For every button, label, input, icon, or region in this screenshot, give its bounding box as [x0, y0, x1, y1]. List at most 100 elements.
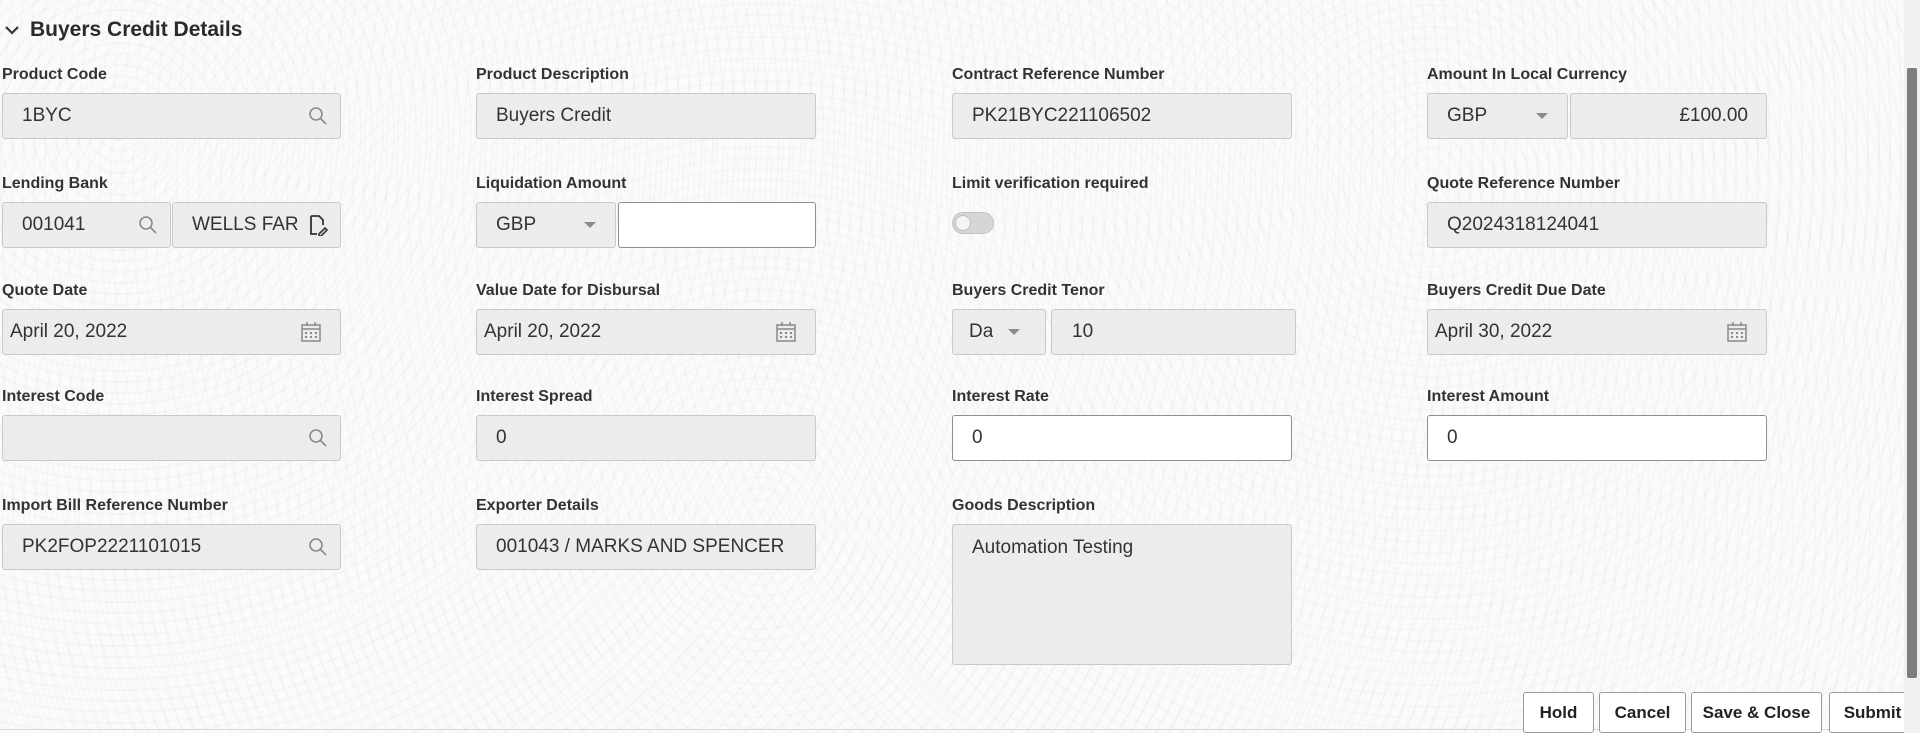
- interest-rate-label: Interest Rate: [952, 388, 1049, 405]
- buyers-credit-due-date-label: Buyers Credit Due Date: [1427, 282, 1606, 299]
- calendar-icon[interactable]: [775, 321, 797, 343]
- quote-date-value: April 20, 2022: [10, 321, 128, 342]
- quote-reference-input[interactable]: Q2024318124041: [1427, 202, 1767, 248]
- caret-down-icon[interactable]: [583, 221, 597, 229]
- quote-date-label: Quote Date: [2, 282, 88, 299]
- document-edit-icon[interactable]: [308, 214, 328, 236]
- lending-bank-name-value: WELLS FAR: [192, 214, 299, 235]
- limit-verification-label: Limit verification required: [952, 175, 1149, 192]
- submit-button[interactable]: Submit: [1829, 692, 1916, 733]
- product-code-value: 1BYC: [22, 105, 72, 126]
- contract-reference-input[interactable]: PK21BYC221106502: [952, 93, 1292, 139]
- search-icon[interactable]: [138, 215, 158, 235]
- product-description-input[interactable]: Buyers Credit: [476, 93, 816, 139]
- section-title: Buyers Credit Details: [30, 18, 243, 41]
- scrollbar-thumb[interactable]: [1907, 68, 1917, 678]
- quote-reference-value: Q2024318124041: [1447, 214, 1600, 235]
- interest-code-field: Interest Code: [2, 388, 402, 468]
- search-icon[interactable]: [308, 106, 328, 126]
- liquidation-currency-code: GBP: [496, 214, 537, 235]
- tenor-unit-select[interactable]: Da: [952, 309, 1046, 355]
- import-bill-reference-input[interactable]: PK2FOP2221101015: [2, 524, 341, 570]
- vertical-scrollbar[interactable]: [1904, 0, 1920, 733]
- interest-code-input[interactable]: [2, 415, 341, 461]
- interest-spread-field: Interest Spread 0: [476, 388, 876, 468]
- buyers-credit-tenor-label: Buyers Credit Tenor: [952, 282, 1105, 299]
- chevron-down-icon[interactable]: [2, 20, 22, 40]
- interest-code-label: Interest Code: [2, 388, 105, 405]
- amount-local-currency-input[interactable]: £100.00: [1570, 93, 1767, 139]
- lending-bank-field: Lending Bank 001041 WELLS FAR: [2, 175, 402, 255]
- product-code-input[interactable]: 1BYC: [2, 93, 341, 139]
- buyers-credit-due-date-input[interactable]: April 30, 2022: [1427, 309, 1767, 355]
- liquidation-amount-input[interactable]: [618, 202, 816, 248]
- amount-local-currency-label: Amount In Local Currency: [1427, 66, 1628, 83]
- interest-spread-label: Interest Spread: [476, 388, 593, 405]
- quote-date-field: Quote Date April 20, 2022: [2, 282, 402, 362]
- search-icon[interactable]: [308, 428, 328, 448]
- value-date-disbursal-input[interactable]: April 20, 2022: [476, 309, 816, 355]
- exporter-details-label: Exporter Details: [476, 497, 599, 514]
- toggle-knob: [955, 215, 971, 231]
- buyers-credit-due-date-value: April 30, 2022: [1435, 321, 1553, 342]
- caret-down-icon[interactable]: [1535, 112, 1549, 120]
- calendar-icon[interactable]: [1726, 321, 1748, 343]
- tenor-unit-value: Da: [969, 321, 994, 342]
- goods-description-field: Goods Description Automation Testing: [952, 497, 1352, 667]
- import-bill-reference-value: PK2FOP2221101015: [22, 536, 202, 557]
- liquidation-amount-label: Liquidation Amount: [476, 175, 627, 192]
- buyers-credit-due-date-field: Buyers Credit Due Date April 30, 2022: [1427, 282, 1827, 362]
- interest-rate-value: 0: [972, 427, 983, 448]
- contract-reference-label: Contract Reference Number: [952, 66, 1165, 83]
- product-code-field: Product Code 1BYC: [2, 66, 402, 146]
- limit-verification-field: Limit verification required: [952, 175, 1352, 255]
- interest-rate-field: Interest Rate 0: [952, 388, 1352, 468]
- amount-local-currency-code: GBP: [1447, 105, 1488, 126]
- lending-bank-name-input[interactable]: WELLS FAR: [172, 202, 341, 248]
- buyers-credit-tenor-field: Buyers Credit Tenor Da 10: [952, 282, 1352, 362]
- save-close-button[interactable]: Save & Close: [1691, 692, 1822, 733]
- product-description-value: Buyers Credit: [496, 105, 612, 126]
- liquidation-currency-select[interactable]: GBP: [476, 202, 616, 248]
- hold-button[interactable]: Hold: [1523, 692, 1594, 733]
- value-date-disbursal-value: April 20, 2022: [484, 321, 602, 342]
- product-code-label: Product Code: [2, 66, 107, 83]
- product-description-label: Product Description: [476, 66, 629, 83]
- search-icon[interactable]: [308, 537, 328, 557]
- goods-description-value: Automation Testing: [972, 537, 1134, 558]
- limit-verification-toggle[interactable]: [952, 212, 994, 234]
- interest-spread-value: 0: [496, 427, 507, 448]
- quote-reference-field: Quote Reference Number Q2024318124041: [1427, 175, 1827, 255]
- product-description-field: Product Description Buyers Credit: [476, 66, 876, 146]
- interest-amount-value: 0: [1447, 427, 1458, 448]
- interest-amount-label: Interest Amount: [1427, 388, 1550, 405]
- amount-local-currency-select[interactable]: GBP: [1427, 93, 1568, 139]
- amount-local-currency-field: Amount In Local Currency GBP £100.00: [1427, 66, 1827, 146]
- interest-amount-input[interactable]: 0: [1427, 415, 1767, 461]
- lending-bank-code-input[interactable]: 001041: [2, 202, 171, 248]
- tenor-value-input[interactable]: 10: [1051, 309, 1296, 355]
- section-header-buyers-credit[interactable]: Buyers Credit Details: [0, 12, 242, 48]
- interest-amount-field: Interest Amount 0: [1427, 388, 1827, 468]
- lending-bank-code-value: 001041: [22, 214, 86, 235]
- import-bill-reference-field: Import Bill Reference Number PK2FOP22211…: [2, 497, 402, 577]
- goods-description-label: Goods Description: [952, 497, 1096, 514]
- amount-local-currency-value: £100.00: [1679, 105, 1748, 126]
- quote-reference-label: Quote Reference Number: [1427, 175, 1620, 192]
- quote-date-input[interactable]: April 20, 2022: [2, 309, 341, 355]
- lending-bank-label: Lending Bank: [2, 175, 108, 192]
- goods-description-textarea[interactable]: Automation Testing: [952, 524, 1292, 665]
- contract-reference-field: Contract Reference Number PK21BYC2211065…: [952, 66, 1352, 146]
- caret-down-icon[interactable]: [1007, 328, 1021, 336]
- interest-spread-input[interactable]: 0: [476, 415, 816, 461]
- exporter-details-input[interactable]: 001043 / MARKS AND SPENCER: [476, 524, 816, 570]
- tenor-value: 10: [1072, 321, 1094, 342]
- cancel-button[interactable]: Cancel: [1599, 692, 1686, 733]
- value-date-disbursal-label: Value Date for Disbursal: [476, 282, 661, 299]
- liquidation-amount-field: Liquidation Amount GBP: [476, 175, 876, 255]
- exporter-details-value: 001043 / MARKS AND SPENCER: [496, 536, 785, 557]
- contract-reference-value: PK21BYC221106502: [972, 105, 1152, 126]
- calendar-icon[interactable]: [300, 321, 322, 343]
- interest-rate-input[interactable]: 0: [952, 415, 1292, 461]
- value-date-disbursal-field: Value Date for Disbursal April 20, 2022: [476, 282, 876, 362]
